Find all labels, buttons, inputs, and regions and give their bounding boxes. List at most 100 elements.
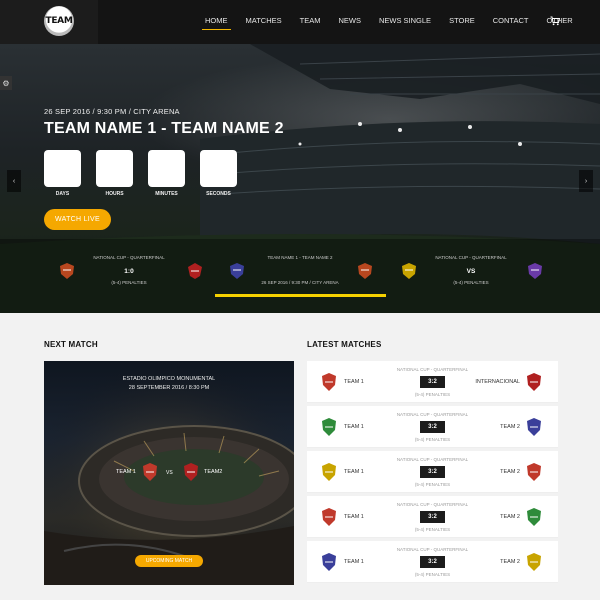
latest-match-row[interactable]: NATIONAL CUP - QUARTERFINAL TEAM 1 3:2 T… (307, 406, 558, 448)
next-match-venue-block: ESTADIO OLIMPICO MONUMENTAL 28 SEPTEMBER… (44, 375, 294, 393)
cart-icon[interactable] (550, 16, 560, 26)
row-competition: NATIONAL CUP - QUARTERFINAL (396, 502, 469, 507)
row-competition: NATIONAL CUP - QUARTERFINAL (396, 367, 469, 372)
row-competition: NATIONAL CUP - QUARTERFINAL (396, 457, 469, 462)
hero-match-card[interactable]: NATIONAL CUP - QUARTERFINAL 1:0 (5-4) PE… (44, 249, 214, 299)
row-score: 3:2 (420, 376, 445, 388)
away-crest-icon (527, 553, 541, 571)
hero-date-line: 26 SEP 2016 / 9:30 PM / CITY ARENA (44, 107, 180, 116)
countdown-box (44, 150, 81, 187)
home-crest-icon (322, 463, 336, 481)
away-crest-icon (527, 418, 541, 436)
latest-matches-heading: LATEST MATCHES (307, 340, 382, 349)
home-crest-icon (322, 373, 336, 391)
upcoming-match-button[interactable]: UPCOMING MATCH (135, 555, 203, 567)
match-subtitle: 26 SEP 2016 / 9:30 PM / CITY ARENA (261, 280, 339, 285)
home-crest-icon (322, 508, 336, 526)
match-subtitle: (5-4) PENALTIES (111, 280, 147, 285)
nav-item-store[interactable]: STORE (440, 0, 484, 44)
away-crest-icon (527, 373, 541, 391)
countdown-label: HOURS (105, 191, 124, 197)
next-match-vs: VS (166, 470, 173, 476)
row-home-team: TEAM 1 (344, 379, 364, 385)
match-subtitle: (5-4) PENALTIES (453, 280, 489, 285)
wolves-crest-icon (230, 263, 244, 279)
eagles-crest-icon (143, 463, 157, 481)
settings-gear-icon[interactable]: ⚙ (0, 76, 12, 90)
row-penalties: (5-4) PENALTIES (414, 392, 451, 397)
countdown-label: DAYS (55, 191, 70, 197)
row-home-team: TEAM 1 (344, 424, 364, 430)
next-match-heading: NEXT MATCH (44, 340, 98, 349)
row-away-team: TEAM 2 (500, 559, 520, 565)
countdown-box (96, 150, 133, 187)
row-away-team: TEAM 2 (500, 469, 520, 475)
countdown: DAYS HOURS MINUTES SECONDS (44, 150, 237, 197)
watch-live-button[interactable]: WATCH LIVE (44, 209, 111, 230)
nav-item-news-single[interactable]: NEWS SINGLE (370, 0, 440, 44)
countdown-seconds: SECONDS (200, 150, 237, 197)
countdown-label: MINUTES (155, 191, 178, 197)
logo[interactable]: TEAM (44, 6, 74, 36)
hero-match-card-active[interactable]: TEAM NAME 1 - TEAM NAME 2 26 SEP 2016 / … (214, 249, 386, 299)
row-penalties: (5-4) PENALTIES (414, 437, 451, 442)
countdown-box (148, 150, 185, 187)
latest-match-row[interactable]: NATIONAL CUP - QUARTERFINAL TEAM 1 3:2 I… (307, 361, 558, 403)
next-match-team2: TEAM2 (204, 469, 223, 475)
row-away-team: INTERNACIONAL (475, 379, 520, 385)
row-score: 3:2 (420, 556, 445, 568)
row-penalties: (5-4) PENALTIES (414, 527, 451, 532)
panthers-crest-icon (358, 263, 372, 279)
row-score: 3:2 (420, 511, 445, 523)
countdown-label: SECONDS (206, 191, 231, 197)
away-crest-icon (527, 463, 541, 481)
nav-item-matches[interactable]: MATCHES (237, 0, 291, 44)
match-competition: NATIONAL CUP - QUARTERFINAL (93, 255, 165, 260)
row-competition: NATIONAL CUP - QUARTERFINAL (396, 412, 469, 417)
row-penalties: (5-4) PENALTIES (414, 482, 451, 487)
active-slide-indicator (215, 294, 386, 297)
row-home-team: TEAM 1 (344, 514, 364, 520)
slider-prev-arrow-icon[interactable]: ‹ (7, 170, 21, 192)
nav-item-home[interactable]: HOME (196, 0, 237, 44)
next-match-card: ESTADIO OLIMPICO MONUMENTAL 28 SEPTEMBER… (44, 361, 294, 585)
hero-match-strip: NATIONAL CUP - QUARTERFINAL 1:0 (5-4) PE… (44, 249, 556, 299)
row-home-team: TEAM 1 (344, 559, 364, 565)
knights-crest-icon (528, 263, 542, 279)
row-score: 3:2 (420, 421, 445, 433)
row-away-team: TEAM 2 (500, 514, 520, 520)
nav-item-team[interactable]: TEAM (291, 0, 330, 44)
countdown-minutes: MINUTES (148, 150, 185, 197)
nav-item-contact[interactable]: CONTACT (484, 0, 538, 44)
browns-crest-icon (184, 463, 198, 481)
browns-crest-icon (188, 263, 202, 279)
latest-match-row[interactable]: NATIONAL CUP - QUARTERFINAL TEAM 1 3:2 T… (307, 541, 558, 583)
next-match-team1: TEAM 1 (116, 469, 136, 475)
row-competition: NATIONAL CUP - QUARTERFINAL (396, 547, 469, 552)
countdown-box (200, 150, 237, 187)
hero-banner: ⚙ 26 SEP 2016 / 9:30 PM / CITY ARENA TEA… (0, 44, 600, 313)
home-crest-icon (322, 418, 336, 436)
countdown-days: DAYS (44, 150, 81, 197)
main-nav: HOME MATCHES TEAM NEWS NEWS SINGLE STORE… (196, 0, 582, 44)
nav-item-news[interactable]: NEWS (329, 0, 370, 44)
away-crest-icon (527, 508, 541, 526)
match-competition: NATIONAL CUP - QUARTERFINAL (435, 255, 507, 260)
site-header: TEAM HOME MATCHES TEAM NEWS NEWS SINGLE … (0, 0, 600, 44)
row-home-team: TEAM 1 (344, 469, 364, 475)
logo-container: TEAM (0, 0, 98, 44)
row-penalties: (5-4) PENALTIES (414, 572, 451, 577)
logo-text: TEAM (45, 16, 73, 26)
home-crest-icon (322, 553, 336, 571)
next-match-venue: ESTADIO OLIMPICO MONUMENTAL (122, 376, 216, 382)
row-score: 3:2 (420, 466, 445, 478)
latest-match-row[interactable]: NATIONAL CUP - QUARTERFINAL TEAM 1 3:2 T… (307, 496, 558, 538)
next-match-datetime: 28 SEPTEMBER 2016 / 8:30 PM (128, 385, 210, 391)
latest-match-row[interactable]: NATIONAL CUP - QUARTERFINAL TEAM 1 3:2 T… (307, 451, 558, 493)
hero-title: TEAM NAME 1 - TEAM NAME 2 (44, 120, 284, 137)
hero-match-card[interactable]: NATIONAL CUP - QUARTERFINAL VS (5-4) PEN… (386, 249, 556, 299)
countdown-hours: HOURS (96, 150, 133, 197)
slider-next-arrow-icon[interactable]: › (579, 170, 593, 192)
match-competition: TEAM NAME 1 - TEAM NAME 2 (267, 255, 333, 260)
row-away-team: TEAM 2 (500, 424, 520, 430)
